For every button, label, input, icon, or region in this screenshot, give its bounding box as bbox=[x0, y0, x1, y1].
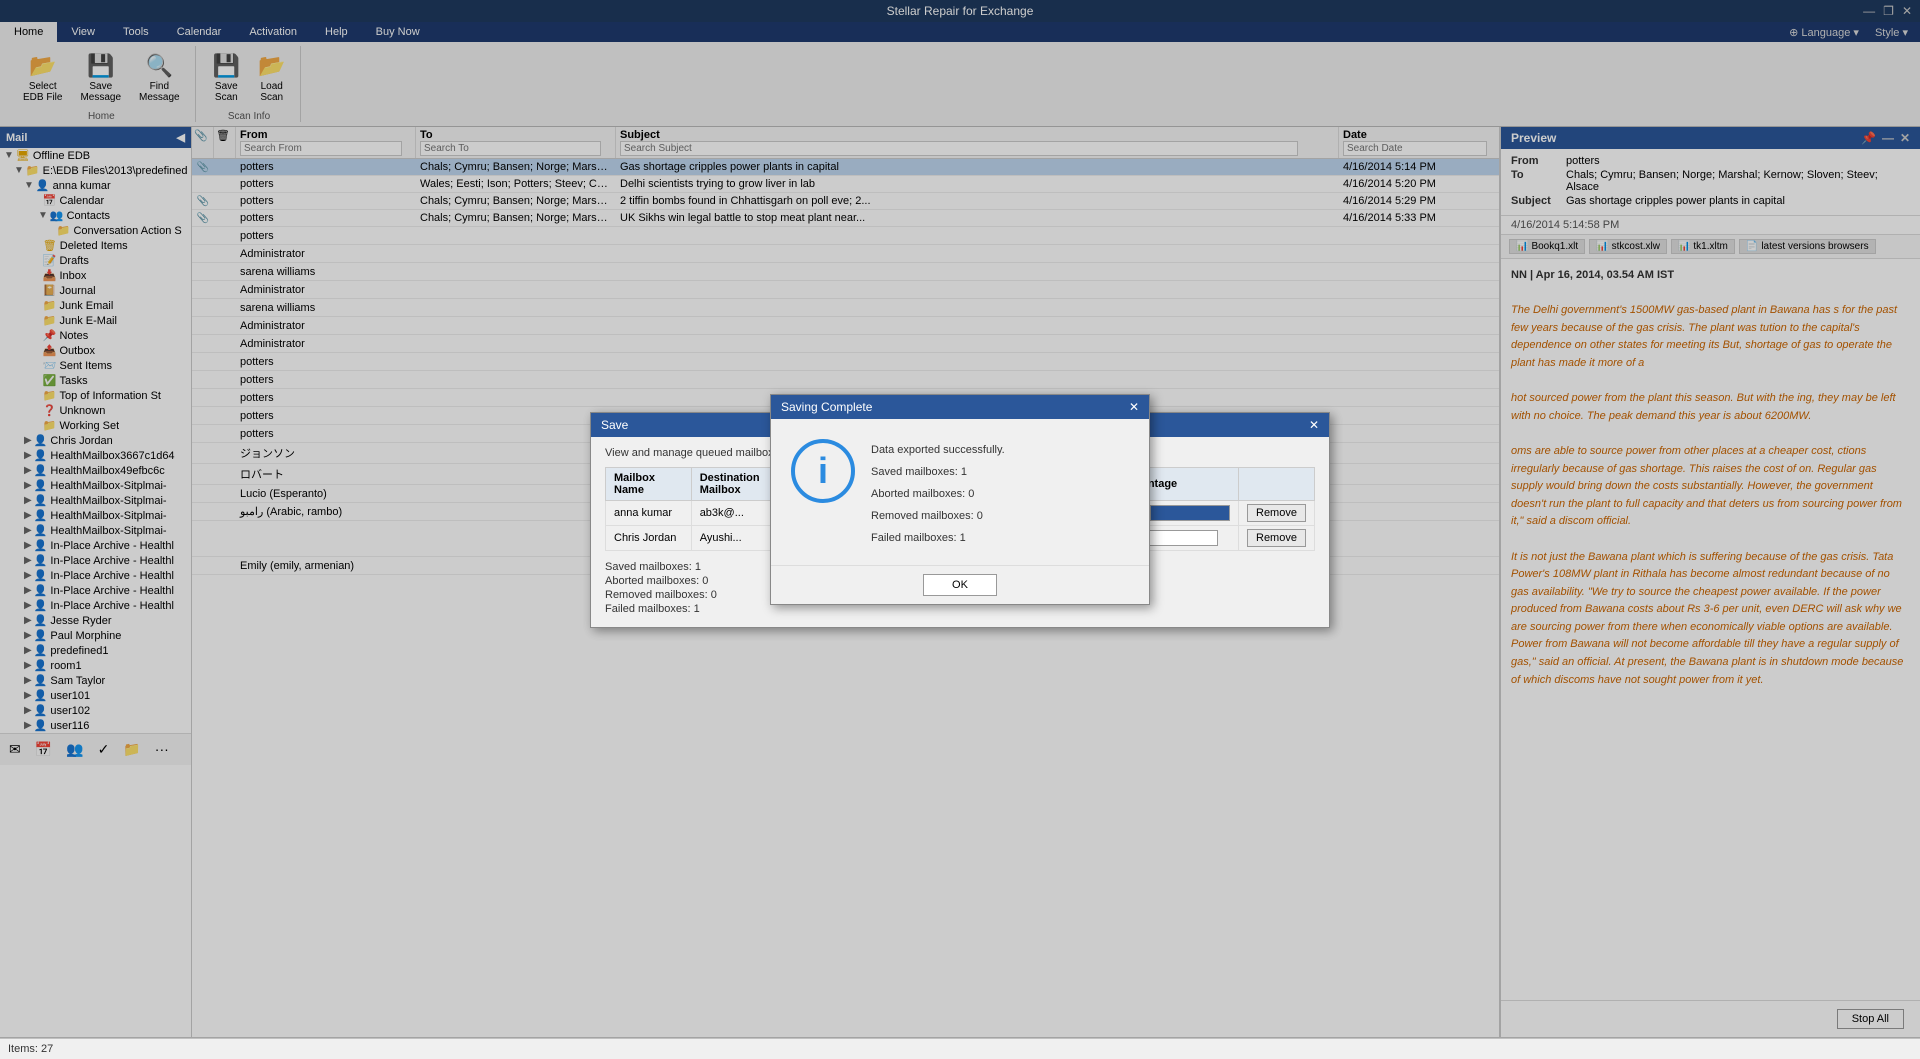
info-circle-icon: i bbox=[791, 439, 855, 503]
items-count: Items: 27 bbox=[8, 1043, 53, 1055]
sc-line-2: Saved mailboxes: 1 bbox=[871, 461, 1005, 483]
saving-complete-body: i Data exported successfully. Saved mail… bbox=[771, 419, 1149, 565]
saving-complete-footer: OK bbox=[771, 565, 1149, 604]
status-bar: Items: 27 bbox=[0, 1037, 1920, 1059]
ok-button[interactable]: OK bbox=[923, 574, 997, 596]
saving-complete-close-icon[interactable]: ✕ bbox=[1129, 400, 1139, 414]
sc-line-1: Data exported successfully. bbox=[871, 439, 1005, 461]
saving-complete-text: Data exported successfully. Saved mailbo… bbox=[871, 439, 1005, 549]
sc-line-5: Failed mailboxes: 1 bbox=[871, 527, 1005, 549]
saving-complete-dialog: Saving Complete ✕ i Data exported succes… bbox=[770, 394, 1150, 605]
sc-line-4: Removed mailboxes: 0 bbox=[871, 505, 1005, 527]
saving-complete-title-text: Saving Complete bbox=[781, 400, 872, 414]
sc-line-3: Aborted mailboxes: 0 bbox=[871, 483, 1005, 505]
saving-complete-overlay: Saving Complete ✕ i Data exported succes… bbox=[0, 0, 1920, 1039]
saving-complete-title: Saving Complete ✕ bbox=[771, 395, 1149, 419]
